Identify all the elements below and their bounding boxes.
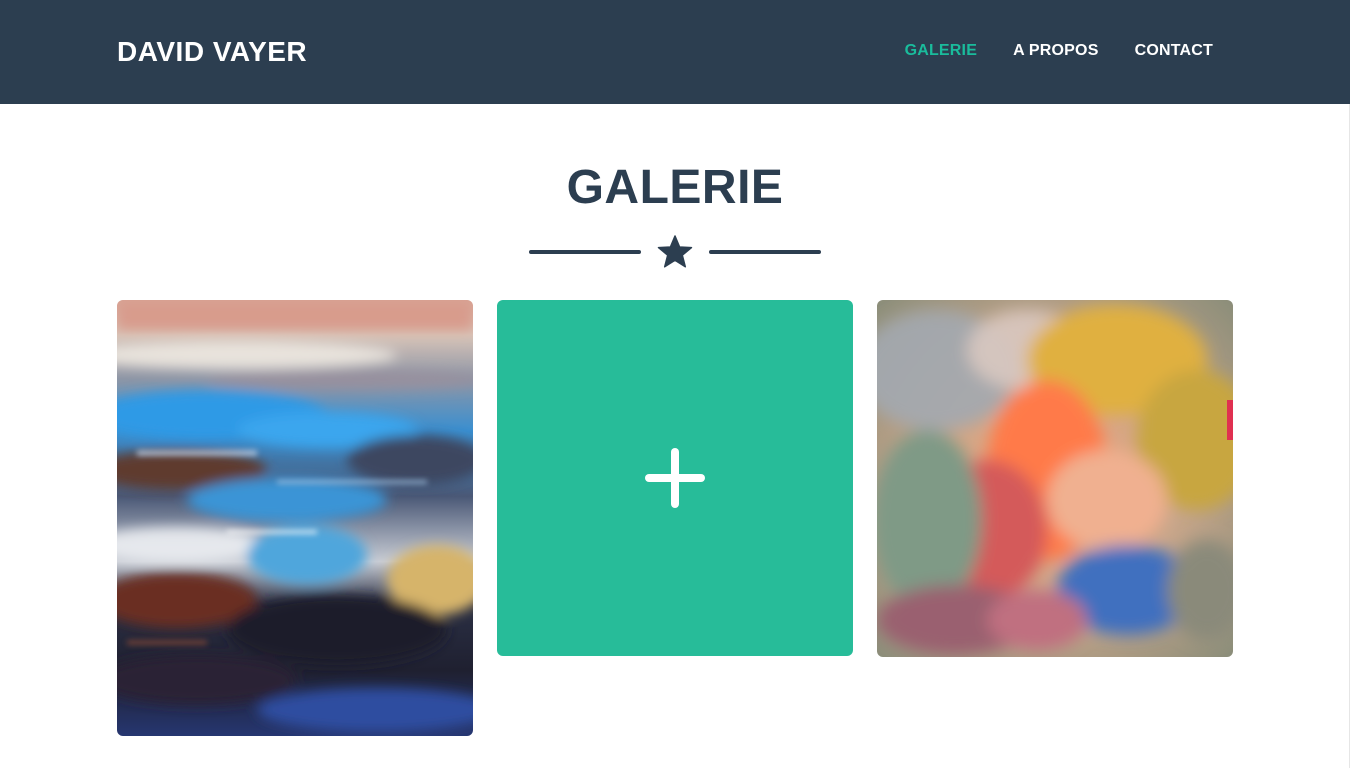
section-title: GALERIE <box>566 161 784 214</box>
abstract-painting-orange <box>877 300 1233 657</box>
gallery-item-overlay[interactable] <box>497 300 853 656</box>
brand-logo[interactable]: DAVID VAYER <box>117 34 307 70</box>
nav-link-galerie[interactable]: GALERIE <box>905 40 978 62</box>
gallery-item-painting-1[interactable] <box>117 300 473 736</box>
star-icon <box>657 235 693 268</box>
divider-line-left <box>529 250 641 254</box>
plus-icon <box>645 448 705 508</box>
gallery-item-painting-3[interactable] <box>877 300 1233 657</box>
title-divider <box>529 234 821 270</box>
navbar: DAVID VAYER GALERIE A PROPOS CONTACT <box>0 0 1350 104</box>
abstract-painting-blue <box>117 300 473 736</box>
main-nav: GALERIE A PROPOS CONTACT <box>905 40 1213 62</box>
divider-line-right <box>709 250 821 254</box>
nav-link-a-propos[interactable]: A PROPOS <box>1013 40 1098 62</box>
nav-link-contact[interactable]: CONTACT <box>1135 40 1213 62</box>
